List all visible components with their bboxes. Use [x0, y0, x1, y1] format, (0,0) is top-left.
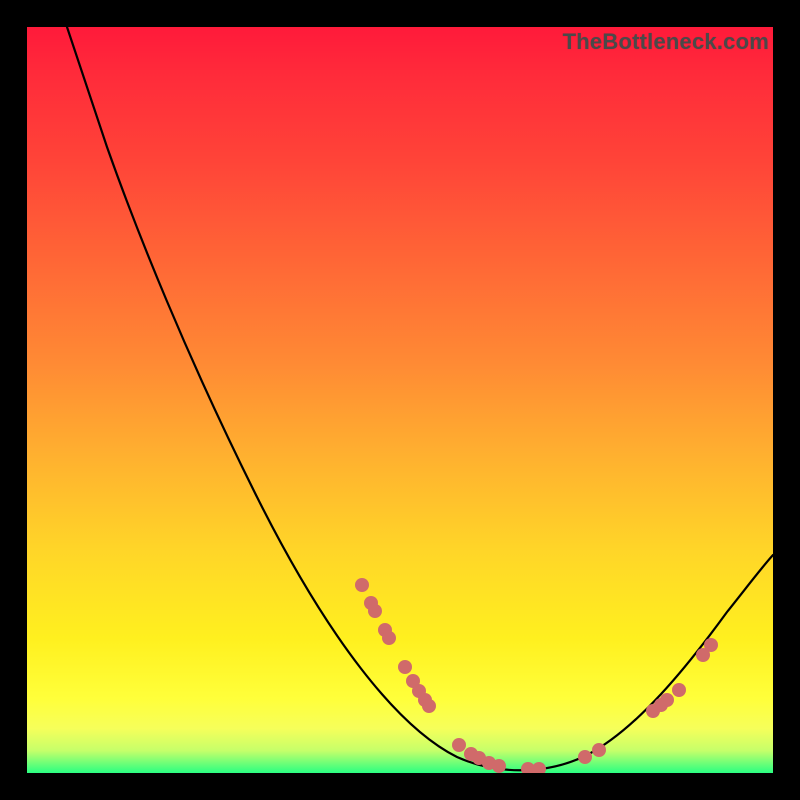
curve-marker: [368, 604, 382, 618]
curve-marker: [422, 699, 436, 713]
curve-marker: [398, 660, 412, 674]
curve-marker: [492, 759, 506, 773]
curve-marker: [355, 578, 369, 592]
curve-marker: [578, 750, 592, 764]
curve-marker: [704, 638, 718, 652]
curve-marker: [660, 693, 674, 707]
watermark-label: TheBottleneck.com: [563, 29, 769, 55]
curve-marker: [592, 743, 606, 757]
curve-marker: [532, 762, 546, 773]
curve-marker: [672, 683, 686, 697]
bottleneck-curve-path: [67, 27, 773, 770]
curve-marker: [382, 631, 396, 645]
curve-markers-group: [355, 578, 718, 773]
curve-marker: [452, 738, 466, 752]
bottleneck-curve-svg: [27, 27, 773, 773]
chart-frame: TheBottleneck.com: [27, 27, 773, 773]
